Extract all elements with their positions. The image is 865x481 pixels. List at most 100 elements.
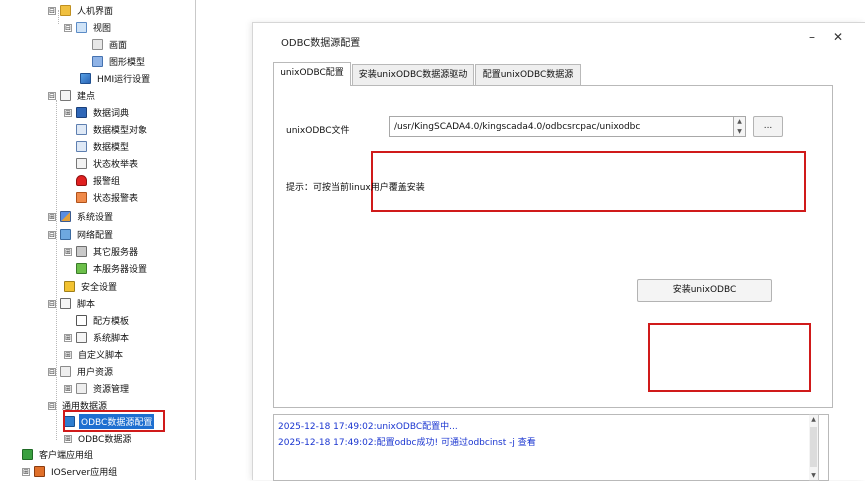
close-icon[interactable]: ✕ [831,31,845,45]
tree-item-scripts[interactable]: ⊟ 脚本 [48,295,97,312]
tab-config-datasource[interactable]: 配置unixODBC数据源 [475,64,581,85]
chevron-up-icon[interactable]: ▲ [734,117,745,127]
tree-item-label: 客户端应用组 [39,451,94,461]
tree-item-data-model[interactable]: 数据模型 [64,138,131,155]
expand-toggle-icon[interactable]: ⊞ [64,434,72,443]
file-path-spinner[interactable]: ▲ ▼ [734,116,746,137]
tree-item-user-resources[interactable]: ⊟ 用户资源 [48,363,115,380]
server-icon [76,246,87,257]
unixodbc-file-input[interactable] [389,116,734,137]
toggle-placeholder [52,283,60,291]
tree-item-label: 本服务器设置 [93,265,148,275]
view-icon [76,22,87,33]
tree-item-data-model-object[interactable]: 数据模型对象 [64,121,149,138]
workspace-background [197,0,252,480]
tree-item-label: 图形模型 [109,58,146,68]
expand-toggle-icon[interactable]: ⊞ [64,384,72,393]
tree-item-odbc-source[interactable]: ⊞ ODBC数据源 [64,430,133,447]
expand-toggle-icon[interactable]: ⊞ [64,247,72,256]
tree-item-data-dictionary[interactable]: ⊞ 数据词典 [64,104,131,121]
tree-item-label: 安全设置 [81,283,118,293]
tree-item-system-scripts[interactable]: ⊞ 系统脚本 [64,329,131,346]
collapse-toggle-icon[interactable]: ⊟ [48,367,56,376]
tab-install-driver[interactable]: 安装unixODBC数据源驱动 [352,64,474,85]
system-settings-icon [60,211,71,222]
log-line: 2025-12-18 17:49:02:配置odbc成功! 可通过odbcins… [278,438,536,448]
expand-toggle-icon[interactable]: ⊞ [64,333,72,342]
tree-item-system-settings[interactable]: ⊞ 系统设置 [48,208,115,225]
tab-unixodbc-config[interactable]: unixODBC配置 [273,62,351,86]
log-output-panel: 2025-12-18 17:49:02:unixODBC配置中... 2025-… [273,414,829,481]
tree-item-alarm-group[interactable]: 报警组 [64,172,122,189]
tree-item-client-group[interactable]: 客户端应用组 [22,446,95,463]
tree-item-view[interactable]: ⊟ 视图 [64,19,113,36]
tree-guide-line [56,100,57,440]
tree-item-local-server-settings[interactable]: 本服务器设置 [64,260,149,277]
toggle-placeholder [64,160,72,168]
network-icon [60,229,71,240]
chevron-up-icon[interactable]: ▲ [809,415,818,425]
tree-item-hmi[interactable]: ⊟ 人机界面 [48,2,115,19]
tree-item-label: ODBC数据源 [78,435,132,445]
tree-item-label: 画面 [109,41,128,51]
tree-item-state-alarm-table[interactable]: 状态报警表 [64,189,140,206]
tree-item-label: IOServer应用组 [51,468,118,478]
folder-icon [60,5,71,16]
tree-item-label: 数据模型对象 [93,126,148,136]
tree-item-graphic-model[interactable]: 图形模型 [80,53,147,70]
hint-text: 提示：可按当前linux用户覆盖安装 [286,183,425,193]
minimize-icon[interactable]: – [805,31,819,45]
list-icon [60,90,71,101]
script-icon [60,298,71,309]
tree-item-label: 数据词典 [93,109,130,119]
scrollbar-thumb[interactable] [810,427,817,467]
collapse-toggle-icon[interactable]: ⊟ [64,23,72,32]
collapse-toggle-icon[interactable]: ⊟ [48,299,56,308]
expand-toggle-icon[interactable]: ⊞ [22,467,30,476]
tree-item-recipe-template[interactable]: 配方模板 [64,312,131,329]
log-scrollbar[interactable]: ▲ ▼ [809,414,819,481]
tree-item-label: 资源管理 [93,385,130,395]
collapse-toggle-icon[interactable]: ⊟ [48,401,56,410]
tree-item-label: 用户资源 [77,368,114,378]
tree-item-label: 视图 [93,24,112,34]
script-icon [76,332,87,343]
chevron-down-icon[interactable]: ▼ [734,127,745,137]
collapse-toggle-icon[interactable]: ⊟ [48,6,56,15]
toggle-placeholder [68,75,76,83]
tree-item-other-servers[interactable]: ⊞ 其它服务器 [64,243,140,260]
dialog-title: ODBC数据源配置 [281,38,361,49]
tree-item-label: 状态枚举表 [93,160,139,170]
expand-toggle-icon[interactable]: ⊞ [48,212,56,221]
toggle-placeholder [64,143,72,151]
tree-item-resource-management[interactable]: ⊞ 资源管理 [64,380,131,397]
tree-item-label: 自定义脚本 [78,351,124,361]
tree-item-label: 系统设置 [77,213,114,223]
tree-item-label: 人机界面 [77,7,114,17]
tree-item-label: 状态报警表 [93,194,139,204]
resource-icon [76,383,87,394]
browse-button[interactable]: ... [753,116,783,137]
expand-toggle-icon[interactable]: ⊞ [64,350,72,359]
install-unixodbc-button[interactable]: 安装unixODBC [637,279,772,302]
tree-item-screen[interactable]: 画面 [80,36,129,53]
collapse-toggle-icon[interactable]: ⊟ [48,91,56,100]
tree-item-label: 脚本 [77,300,96,310]
recipe-icon [76,315,87,326]
tree-item-network-config[interactable]: ⊟ 网络配置 [48,226,115,243]
grid-icon [76,141,87,152]
tree-item-label: 报警组 [93,177,121,187]
toggle-placeholder [80,41,88,49]
tree-item-state-enum[interactable]: 状态枚举表 [64,155,140,172]
toggle-placeholder [64,317,72,325]
screen-icon [92,39,103,50]
collapse-toggle-icon[interactable]: ⊟ [48,230,56,239]
tree-item-points[interactable]: ⊟ 建点 [48,87,97,104]
expand-toggle-icon[interactable]: ⊞ [64,108,72,117]
unixodbc-file-label: unixODBC文件 [286,126,350,136]
tree-item-ioserver-group[interactable]: ⊞ IOServer应用组 [22,463,119,480]
tree-item-hmi-run-settings[interactable]: HMI运行设置 [68,70,152,87]
tree-item-security-settings[interactable]: 安全设置 [52,278,119,295]
tree-item-custom-scripts[interactable]: ⊞ 自定义脚本 [64,346,125,363]
toggle-placeholder [64,177,72,185]
